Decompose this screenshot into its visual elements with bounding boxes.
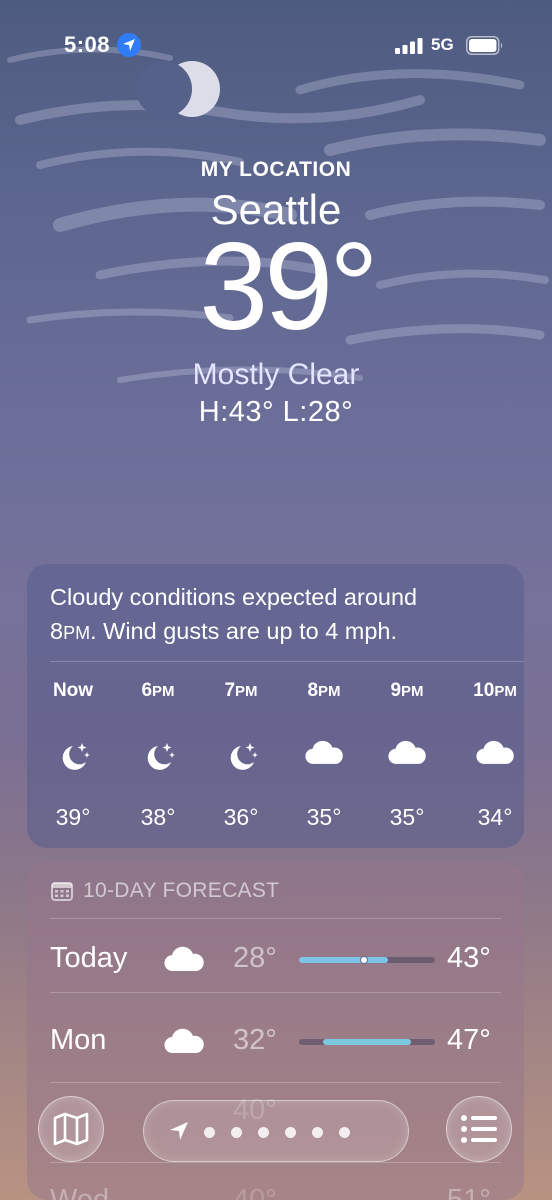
moon-stars-icon bbox=[123, 740, 193, 788]
day-low: 28° bbox=[233, 942, 277, 974]
cellular-signal-icon bbox=[395, 38, 423, 54]
current-temperature: 39° bbox=[199, 218, 379, 356]
location-header: MY LOCATION bbox=[200, 158, 352, 181]
calendar-icon bbox=[51, 882, 73, 901]
page-dot[interactable] bbox=[339, 1127, 350, 1138]
hour-temp: 34° bbox=[477, 804, 513, 830]
divider bbox=[50, 992, 501, 993]
summary-ampm: PM bbox=[63, 623, 91, 643]
summary-line-1: Cloudy conditions expected around bbox=[50, 584, 418, 610]
hour-label: 6PM bbox=[141, 680, 175, 701]
day-low: 40° bbox=[233, 1184, 277, 1200]
day-name: Mon bbox=[50, 1024, 107, 1056]
divider bbox=[50, 918, 501, 919]
battery-icon bbox=[466, 36, 503, 55]
hour-label: Now bbox=[52, 680, 94, 701]
temperature-range-bar bbox=[299, 956, 435, 964]
current-temp-marker bbox=[360, 956, 369, 964]
hour-label: 9PM bbox=[390, 680, 424, 701]
current-weather: MY LOCATION Seattle 39° Mostly Clear H:4… bbox=[0, 158, 552, 429]
summary-time: 8 bbox=[50, 618, 64, 644]
cloud-icon bbox=[460, 740, 530, 788]
page-dot[interactable] bbox=[231, 1127, 242, 1138]
day-low: 32° bbox=[233, 1024, 277, 1056]
cloud-icon bbox=[372, 740, 442, 788]
hour-temp: 39° bbox=[55, 804, 91, 830]
hour-temp: 38° bbox=[140, 804, 176, 830]
forecast-row[interactable]: Today 28° 43° bbox=[27, 930, 524, 990]
location-pager[interactable] bbox=[143, 1100, 409, 1162]
divider bbox=[50, 661, 524, 662]
hour-temp: 35° bbox=[389, 804, 425, 830]
hour-item: 7PM 36° bbox=[206, 680, 276, 831]
high-low-text: H:43° L:28° bbox=[198, 396, 354, 428]
location-arrow-icon bbox=[117, 33, 141, 57]
day-high: 51° bbox=[447, 1184, 491, 1200]
moon-icon bbox=[136, 61, 220, 117]
hour-temp: 35° bbox=[306, 804, 342, 830]
page-dot[interactable] bbox=[204, 1127, 215, 1138]
page-dot[interactable] bbox=[285, 1127, 296, 1138]
temperature-range-bar bbox=[299, 1039, 435, 1045]
hour-item: 8PM 35° bbox=[289, 680, 359, 831]
moon-stars-icon bbox=[38, 740, 108, 788]
day-high: 47° bbox=[447, 1024, 491, 1056]
status-bar: 5:08 5G bbox=[0, 30, 552, 64]
map-icon bbox=[53, 1112, 89, 1146]
map-button[interactable] bbox=[38, 1096, 104, 1162]
list-button[interactable] bbox=[446, 1096, 512, 1162]
location-arrow-icon[interactable] bbox=[169, 1121, 189, 1141]
hour-label: 10PM bbox=[473, 680, 517, 701]
temperature-range-fill bbox=[322, 1039, 412, 1045]
hour-temp: 36° bbox=[223, 804, 259, 830]
temperature-range-fill bbox=[299, 957, 388, 963]
day-name: Wed bbox=[50, 1184, 110, 1200]
forecast-header-label: 10-DAY FORECAST bbox=[83, 879, 280, 902]
forecast-row-partial: Wed 40° 51° bbox=[27, 1172, 524, 1200]
hourly-summary: Cloudy conditions expected around 8PM. W… bbox=[50, 580, 510, 650]
day-high: 43° bbox=[447, 942, 491, 974]
divider bbox=[50, 1082, 501, 1083]
summary-line-2: . Wind gusts are up to 4 mph. bbox=[90, 618, 398, 644]
cloud-icon bbox=[163, 946, 205, 977]
hour-label: 8PM bbox=[307, 680, 341, 701]
day-name: Today bbox=[50, 942, 128, 974]
moon-stars-icon bbox=[206, 740, 276, 788]
hour-item: 9PM 35° bbox=[372, 680, 442, 831]
page-dot[interactable] bbox=[258, 1127, 269, 1138]
hour-item: 6PM 38° bbox=[123, 680, 193, 831]
hour-item: Now 39° bbox=[38, 680, 108, 831]
page-dot[interactable] bbox=[312, 1127, 323, 1138]
forecast-header: 10-DAY FORECAST bbox=[51, 878, 279, 904]
hour-item: 10PM 34° bbox=[460, 680, 530, 831]
cloud-icon bbox=[163, 1028, 205, 1059]
hour-label: 7PM bbox=[224, 680, 258, 701]
list-icon bbox=[461, 1115, 497, 1143]
network-type: 5G bbox=[431, 35, 454, 54]
cloud-icon bbox=[289, 740, 359, 788]
forecast-row[interactable]: Mon 32° 47° bbox=[27, 1012, 524, 1072]
hourly-forecast-card[interactable]: Cloudy conditions expected around 8PM. W… bbox=[27, 564, 524, 848]
bottom-toolbar bbox=[0, 1090, 552, 1170]
condition-text: Mostly Clear bbox=[192, 358, 360, 391]
status-time: 5:08 bbox=[64, 32, 111, 57]
